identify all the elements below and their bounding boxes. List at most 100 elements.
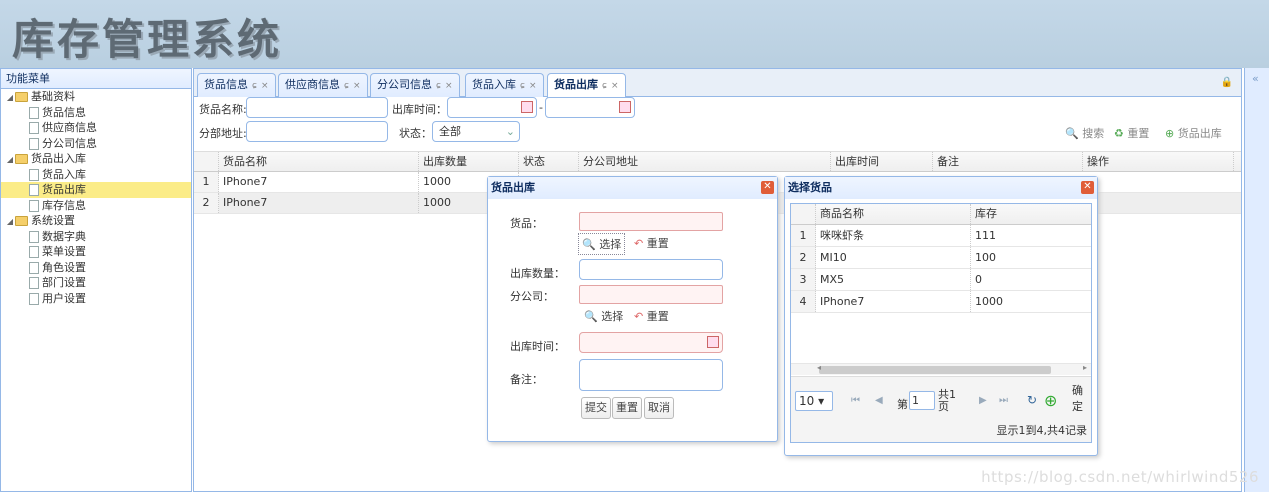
menu-item[interactable]: 库存信息 [1, 198, 191, 214]
menu-item[interactable]: 货品入库 [1, 167, 191, 183]
goods-input[interactable] [579, 212, 723, 231]
menu-item[interactable]: ◢ 货品出入库 [1, 151, 191, 167]
choose-button[interactable]: 🔍 选择 [578, 233, 626, 255]
menu-item[interactable]: 角色设置 [1, 260, 191, 276]
close-icon[interactable]: × [445, 81, 453, 91]
expand-icon[interactable]: ◢ [5, 214, 15, 230]
col-header[interactable]: 操作 [1083, 152, 1234, 171]
close-icon[interactable]: × [261, 81, 269, 91]
out-time-start-input[interactable] [447, 97, 537, 118]
confirm-button[interactable]: 确定 [1072, 383, 1083, 415]
table-row[interactable]: 1 咪咪虾条 111 [791, 225, 1091, 247]
reset-button[interactable]: ♻ 重置 [1114, 125, 1149, 141]
goods-name-input[interactable] [246, 97, 388, 118]
menu-item-label: 供应商信息 [42, 121, 97, 134]
status-value: 全部 [439, 125, 461, 138]
menu-item[interactable]: 数据字典 [1, 229, 191, 245]
reset-branch-button[interactable]: ↶ 重置 [634, 308, 669, 324]
last-page-icon[interactable]: ⏭ [999, 395, 1008, 406]
page-number-input[interactable]: 1 [909, 391, 935, 410]
tab[interactable]: 货品入库 ɕ × [465, 73, 544, 97]
refresh-icon[interactable]: ɕ [602, 81, 607, 91]
menu-item-label: 菜单设置 [42, 245, 86, 258]
page-total: 共1 页 [938, 389, 956, 413]
col-header[interactable]: 货品名称 [219, 152, 419, 171]
menu-item[interactable]: 用户设置 [1, 291, 191, 307]
col-header[interactable]: 出库时间 [831, 152, 933, 171]
scroll-right-icon[interactable]: ▸ [1083, 363, 1087, 372]
prev-page-icon[interactable]: ◀ [875, 395, 883, 406]
status-select[interactable]: 全部 ⌄ [432, 121, 520, 142]
lock-icon[interactable]: 🔒 [1221, 77, 1233, 88]
menu-tree: ◢ 基础资料 货品信息 供应商信息分公司信息 ◢ 货品出入库 货品入库 货品出库 库存信息 ◢ 系统… [1, 89, 191, 306]
close-icon[interactable]: ✕ [1081, 181, 1094, 194]
table-row[interactable]: 4 IPhone7 1000 [791, 291, 1091, 313]
refresh-icon[interactable]: ɕ [436, 81, 441, 91]
menu-item[interactable]: 菜单设置 [1, 244, 191, 260]
reset-goods-button[interactable]: ↶ 重置 [634, 235, 669, 251]
menu-item[interactable]: ◢ 系统设置 [1, 213, 191, 229]
table-row[interactable]: 2 MI10 100 [791, 247, 1091, 269]
refresh-icon[interactable]: ɕ [520, 81, 525, 91]
col-header[interactable]: 库存 [971, 204, 1091, 224]
menu-item[interactable]: 部门设置 [1, 275, 191, 291]
col-header[interactable]: 分公司地址 [579, 152, 831, 171]
branch-addr-input[interactable] [246, 121, 388, 142]
file-icon [29, 168, 39, 181]
col-header[interactable]: 备注 [933, 152, 1083, 171]
tab[interactable]: 货品出库 ɕ × [547, 73, 626, 98]
reset-button[interactable]: 重置 [612, 397, 642, 419]
choose-branch-button[interactable]: 🔍 选择 [584, 308, 623, 324]
note-textarea[interactable] [579, 359, 723, 391]
expand-icon[interactable]: ◢ [5, 152, 15, 168]
file-icon [29, 122, 39, 134]
menu-item[interactable]: 货品信息 [1, 105, 191, 121]
calendar-icon[interactable] [619, 101, 631, 113]
choose-branch-label: 选择 [601, 310, 624, 323]
goods-out-button[interactable]: ⊕ 货品出库 [1165, 125, 1222, 141]
out-time-end-input[interactable] [545, 97, 635, 118]
qty-input[interactable] [579, 259, 723, 280]
page-size-select[interactable]: 10 ▾ [795, 391, 833, 411]
refresh-icon[interactable]: ɕ [344, 81, 349, 91]
search-icon: 🔍 [582, 238, 596, 251]
refresh-icon[interactable]: ɕ [252, 81, 257, 91]
col-header[interactable]: 状态 [519, 152, 579, 171]
reset-button-label: 重置 [1127, 127, 1150, 140]
next-page-icon[interactable]: ▶ [979, 395, 987, 406]
cancel-button[interactable]: 取消 [644, 397, 674, 419]
submit-button[interactable]: 提交 [581, 397, 611, 419]
tab[interactable]: 货品信息 ɕ × [197, 73, 276, 97]
refresh-icon[interactable]: ↻ [1027, 393, 1037, 407]
col-header[interactable]: 出库数量 [419, 152, 519, 171]
tab[interactable]: 供应商信息 ɕ × [278, 73, 368, 97]
close-icon[interactable]: × [353, 81, 361, 91]
branch-input[interactable] [579, 285, 723, 304]
calendar-icon[interactable] [521, 101, 533, 113]
scroll-left-icon[interactable]: ◂ [817, 363, 821, 372]
menu-item[interactable]: 分公司信息 [1, 136, 191, 152]
menu-item[interactable]: 货品出库 [1, 182, 191, 198]
date-dash: - [539, 101, 543, 114]
menu-item[interactable]: 供应商信息 [1, 120, 191, 136]
col-header[interactable]: 商品名称 [816, 204, 971, 224]
first-page-icon[interactable]: ⏮ [851, 395, 860, 406]
close-icon[interactable]: ✕ [761, 181, 774, 194]
close-icon[interactable]: × [611, 81, 619, 91]
menu-item[interactable]: ◢ 基础资料 [1, 89, 191, 105]
out-time-input[interactable] [579, 332, 723, 353]
search-button[interactable]: 🔍 搜索 [1065, 125, 1104, 141]
search-button-label: 搜索 [1082, 127, 1105, 140]
scrollbar-thumb[interactable] [819, 366, 1051, 374]
goods-name-label: 货品名称: [199, 103, 247, 116]
file-icon [29, 184, 39, 196]
calendar-icon[interactable] [707, 336, 719, 348]
close-icon[interactable]: × [529, 81, 537, 91]
expand-icon[interactable]: ◢ [5, 90, 15, 106]
page-prefix: 第 [897, 398, 908, 411]
add-icon[interactable]: ⊕ [1044, 391, 1057, 410]
table-row[interactable]: 3 MX5 0 [791, 269, 1091, 291]
tab[interactable]: 分公司信息 ɕ × [370, 73, 460, 97]
horizontal-scrollbar[interactable]: ◂ ▸ [791, 363, 1091, 375]
collapse-icon[interactable]: « [1252, 72, 1259, 85]
